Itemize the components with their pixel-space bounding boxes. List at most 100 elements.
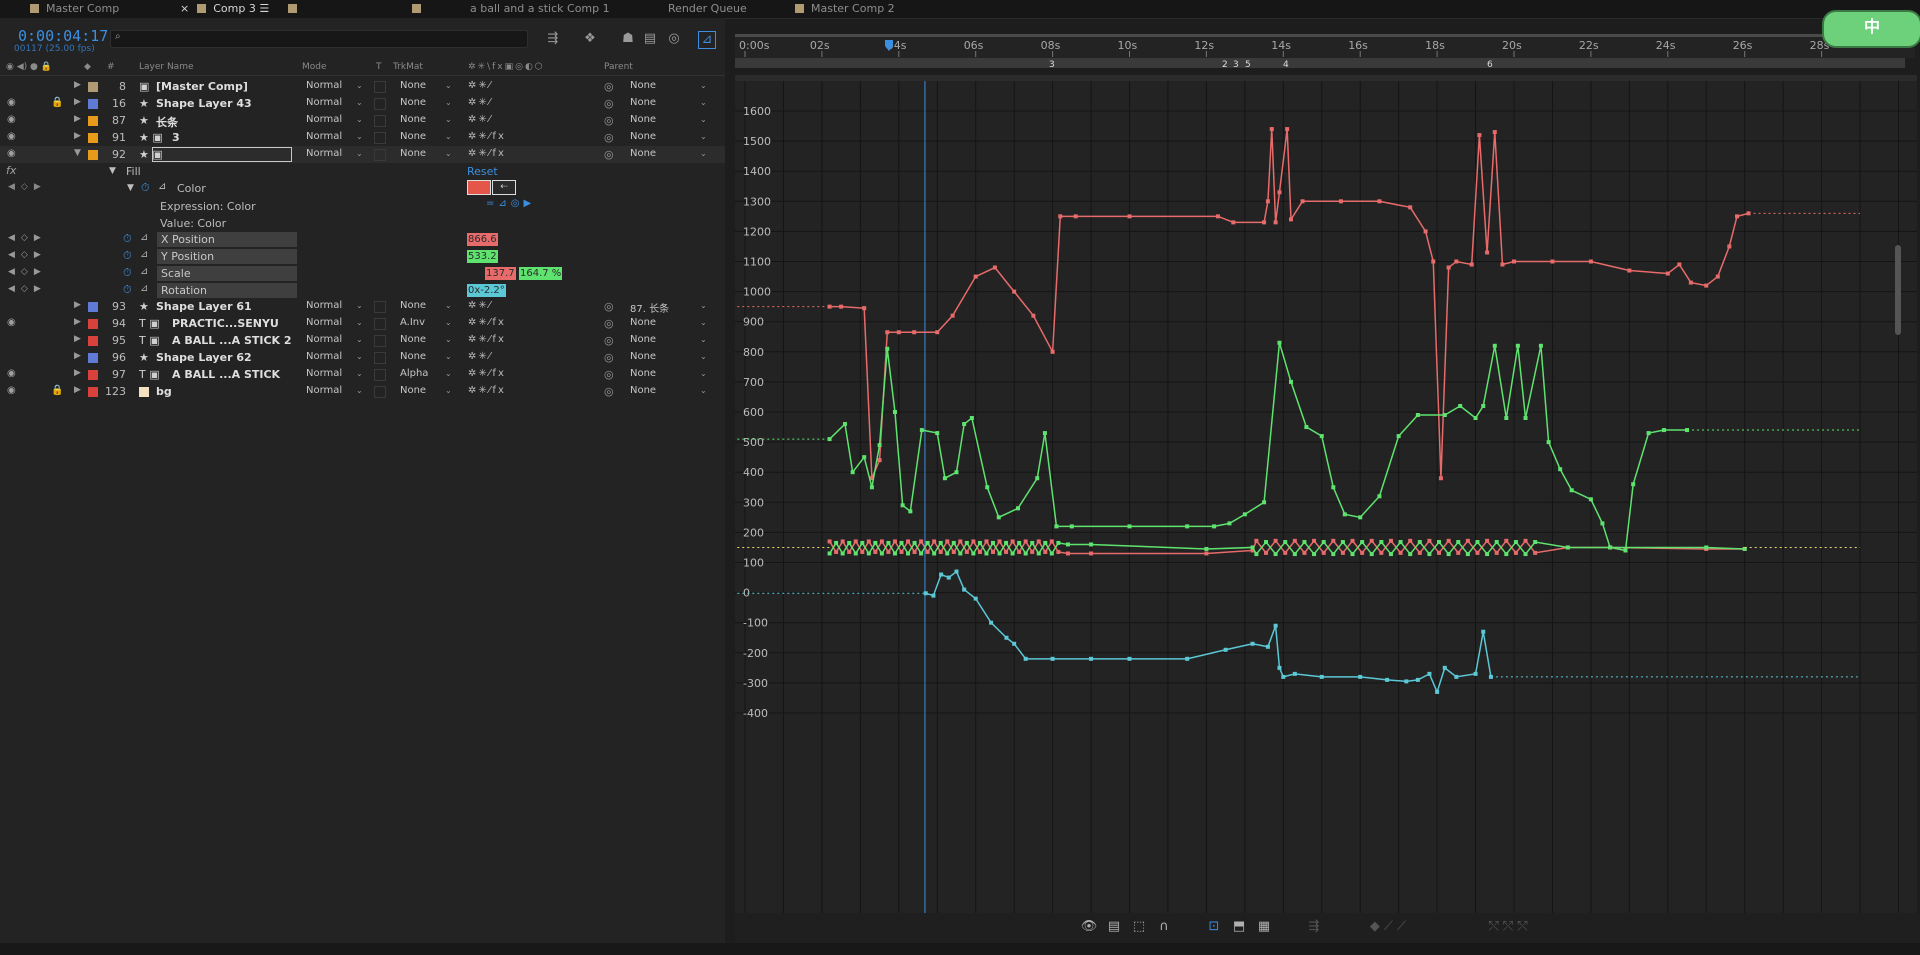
layer-switches[interactable]: ✲✳⁄fx <box>468 148 506 159</box>
current-time-display[interactable]: 0:00:04:17 <box>18 27 108 45</box>
parent-dropdown[interactable]: None <box>630 97 656 108</box>
visibility-eye-icon[interactable]: ◉ <box>7 368 16 379</box>
label-color-swatch[interactable] <box>88 387 98 397</box>
eyedropper-icon[interactable]: ⇠ <box>492 180 516 195</box>
property-value[interactable]: 164.7 % <box>519 267 563 280</box>
mode-dropdown[interactable]: Normal <box>306 97 342 108</box>
close-tab-icon[interactable]: × <box>180 2 189 15</box>
chevron-down-icon[interactable]: ⌄ <box>356 81 363 90</box>
effect-fill-name[interactable]: Fill <box>126 165 141 178</box>
layer-switches[interactable]: ✲✳⁄ <box>468 80 492 91</box>
layer-switches[interactable]: ✲✳⁄fx <box>468 368 506 379</box>
mode-dropdown[interactable]: Normal <box>306 351 342 362</box>
chevron-down-icon[interactable]: ⌄ <box>356 369 363 378</box>
chevron-down-icon[interactable]: ⌄ <box>356 335 363 344</box>
trkmat-dropdown[interactable]: None <box>400 334 426 345</box>
layer-switches[interactable]: ✲✳⁄ <box>468 300 492 311</box>
property-value[interactable]: 0x-2.2° <box>467 284 506 297</box>
graph-editor-canvas[interactable]: 1600 1500 1400 1300 1200 1100 1000 900 800 700 600… <box>735 75 1917 913</box>
trkmat-dropdown[interactable]: None <box>400 351 426 362</box>
chevron-down-icon[interactable]: ⌄ <box>700 149 707 158</box>
chevron-down-icon[interactable]: ⌄ <box>445 98 452 107</box>
layer-switches[interactable]: ✲✳⁄fx <box>468 334 506 345</box>
visibility-eye-icon[interactable]: ◉ <box>7 317 16 328</box>
trkmat-dropdown[interactable]: None <box>400 80 426 91</box>
label-color-swatch[interactable] <box>88 150 98 160</box>
chevron-down-icon[interactable]: ⌄ <box>445 318 452 327</box>
layer-name[interactable]: [Master Comp] <box>156 80 248 93</box>
stopwatch-icon[interactable]: ⏱ <box>123 249 132 263</box>
zoom-out-icon[interactable]: ▦ <box>1255 919 1273 935</box>
graph-type-icon[interactable]: ▤ <box>1105 919 1123 935</box>
parent-pickwhip-icon[interactable]: ◎ <box>604 317 614 330</box>
parent-pickwhip-icon[interactable]: ◎ <box>604 114 614 127</box>
chevron-down-icon[interactable]: ⌄ <box>445 301 452 310</box>
chevron-down-icon[interactable]: ⌄ <box>356 98 363 107</box>
twirl-arrow-icon[interactable]: ▶ <box>74 80 81 90</box>
chevron-down-icon[interactable]: ⌄ <box>700 335 707 344</box>
label-color-swatch[interactable] <box>88 336 98 346</box>
parent-pickwhip-icon[interactable]: ◎ <box>604 351 614 364</box>
transform-box-icon[interactable]: ⬚ <box>1130 919 1148 935</box>
effect-property-row[interactable]: ◀◇▶ ⏱ ⊿ Scale 137.7 164.7 % <box>0 265 725 282</box>
graph-toggle-icon[interactable]: ⊿ <box>140 249 148 260</box>
parent-pickwhip-icon[interactable]: ◎ <box>604 80 614 93</box>
tab-5[interactable]: Render Queue <box>668 2 747 16</box>
parent-pickwhip-icon[interactable]: ◎ <box>604 300 614 313</box>
layer-name[interactable]: Shape Layer 43 <box>156 97 252 110</box>
motion-blur-icon[interactable]: ◎ <box>666 31 682 47</box>
layer-switches[interactable]: ✲✳⁄fx <box>468 131 506 142</box>
layer-row[interactable]: ▶ 93 ★ Shape Layer 61 Normal ⌄ None ⌄ ✲✳⁄ ◎ 87. 长条… <box>0 298 725 315</box>
chevron-down-icon[interactable]: ⌄ <box>445 81 452 90</box>
preserve-transparency-checkbox[interactable] <box>374 369 386 381</box>
chevron-down-icon[interactable]: ⌄ <box>356 301 363 310</box>
mode-dropdown[interactable]: Normal <box>306 368 342 379</box>
visibility-eye-icon[interactable]: ◉ <box>7 114 16 125</box>
tab-menu-icon[interactable]: ☰ <box>256 2 269 15</box>
parent-pickwhip-icon[interactable]: ◎ <box>604 148 614 161</box>
mode-dropdown[interactable]: Normal <box>306 317 342 328</box>
trkmat-dropdown[interactable]: None <box>400 148 426 159</box>
parent-pickwhip-icon[interactable]: ◎ <box>604 385 614 398</box>
layer-search-input[interactable]: ⌕ <box>110 30 528 48</box>
ime-badge[interactable]: 中 <box>1822 10 1920 48</box>
twirl-fill-arrow[interactable]: ▼ <box>109 166 116 176</box>
lock-icon[interactable]: 🔒 <box>51 97 63 108</box>
layer-row[interactable]: ◉ ▼ 92 ★ ▣ Normal ⌄ None ⌄ ✲✳⁄fx ◎ None ⌄ <box>0 146 725 163</box>
twirl-arrow-icon[interactable]: ▶ <box>74 385 81 395</box>
stopwatch-icon[interactable]: ⏱ <box>123 232 132 246</box>
label-color-swatch[interactable] <box>88 353 98 363</box>
stopwatch-icon[interactable]: ⏱ <box>123 283 132 297</box>
keyframe-navigator[interactable]: ◀◇▶ <box>8 284 47 294</box>
mode-dropdown[interactable]: Normal <box>306 80 342 91</box>
effect-property-row[interactable]: ◀◇▶ ⏱ ⊿ Rotation 0x-2.2° <box>0 282 725 299</box>
visibility-eye-icon[interactable]: ◉ <box>7 148 16 159</box>
draft-3d-icon[interactable]: ❖ <box>582 31 598 47</box>
layer-switches[interactable]: ✲✳⁄ <box>468 97 492 108</box>
trkmat-dropdown[interactable]: A.Inv <box>400 317 425 328</box>
twirl-arrow-icon[interactable]: ▶ <box>74 317 81 327</box>
layer-row[interactable]: ▶ 8 ▣ [Master Comp] Normal ⌄ None ⌄ ✲✳⁄ ◎ None ⌄ <box>0 78 725 95</box>
parent-dropdown[interactable]: None <box>630 317 656 328</box>
chevron-down-icon[interactable]: ⌄ <box>700 98 707 107</box>
layer-name[interactable]: Shape Layer 61 <box>156 300 252 313</box>
property-value[interactable]: 137.7 <box>485 267 516 280</box>
property-value[interactable]: 866.6 <box>467 233 498 246</box>
label-color-swatch[interactable] <box>88 116 98 126</box>
parent-dropdown[interactable]: None <box>630 131 656 142</box>
preserve-transparency-checkbox[interactable] <box>374 149 386 161</box>
label-color-swatch[interactable] <box>88 370 98 380</box>
label-color-swatch[interactable] <box>88 82 98 92</box>
graph-toggle-icon[interactable]: ⊿ <box>140 232 148 243</box>
snap-icon[interactable]: ∩ <box>1155 919 1173 935</box>
layer-name[interactable]: bg <box>156 385 172 398</box>
trkmat-dropdown[interactable]: None <box>400 300 426 311</box>
keyframe-navigator[interactable]: ◀◇▶ <box>8 233 47 243</box>
color-keyframe-nav[interactable]: ◀◇▶ <box>8 182 47 192</box>
twirl-arrow-icon[interactable]: ▶ <box>74 351 81 361</box>
label-color-swatch[interactable] <box>88 302 98 312</box>
color-swatch[interactable] <box>467 180 491 195</box>
mode-dropdown[interactable]: Normal <box>306 385 342 396</box>
visibility-eye-icon[interactable]: ◉ <box>7 97 16 108</box>
chevron-down-icon[interactable]: ⌄ <box>445 352 452 361</box>
